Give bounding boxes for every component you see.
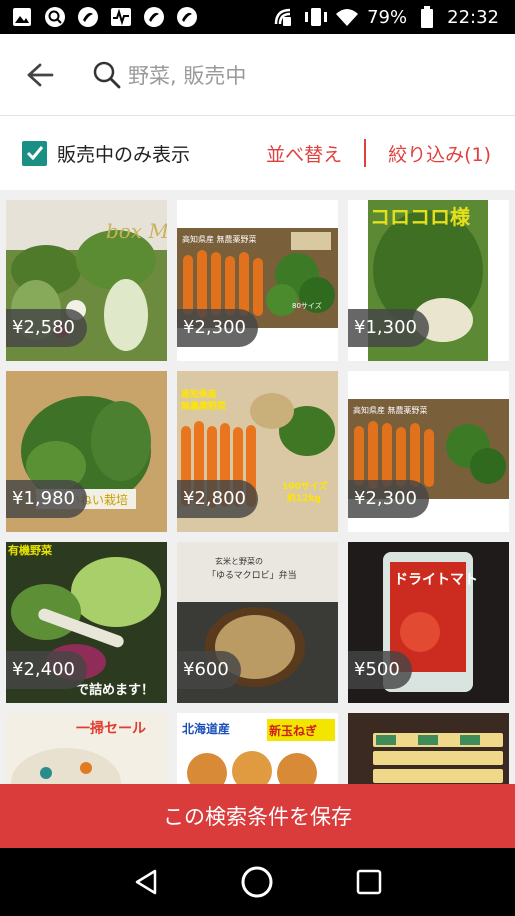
svg-text:80サイズ: 80サイズ <box>292 301 322 310</box>
battery-percent: 79% <box>367 6 408 28</box>
product-card[interactable]: 高知県産 無農薬野菜 100サイズ 約12kg ¥2,800 <box>177 371 338 532</box>
product-image: 一掃セール <box>6 713 167 784</box>
product-card[interactable] <box>348 713 509 784</box>
battery-icon <box>415 5 439 29</box>
search-app-icon <box>43 5 67 29</box>
nav-home-button[interactable] <box>237 862 277 902</box>
product-card[interactable]: いねい栽培 ¥1,980 <box>6 371 167 532</box>
price-tag: ¥1,980 <box>6 480 87 518</box>
svg-text:高知県産 無農薬野菜: 高知県産 無農薬野菜 <box>353 405 428 415</box>
price-tag: ¥2,580 <box>6 309 87 347</box>
svg-text:約12kg: 約12kg <box>287 492 321 504</box>
arrow-left-icon <box>27 63 54 86</box>
search-icon <box>93 61 121 88</box>
product-card[interactable]: 高知県産 無農薬野菜 80サイズ ¥2,300 <box>177 200 338 361</box>
price-tag: ¥2,800 <box>177 480 258 518</box>
svg-text:北海道産: 北海道産 <box>182 721 230 736</box>
svg-text:有機野菜: 有機野菜 <box>8 543 53 557</box>
status-bar: 79% 22:32 <box>0 0 515 34</box>
nav-recents-icon <box>356 869 382 895</box>
on-sale-only-checkbox[interactable] <box>22 140 47 166</box>
on-sale-only-label[interactable]: 販売中のみ表示 <box>57 140 190 167</box>
price-tag: ¥1,300 <box>348 309 429 347</box>
svg-text:100サイズ: 100サイズ <box>282 480 328 492</box>
search-placeholder: 野菜, 販売中 <box>128 63 247 88</box>
app-circle-icon <box>76 5 100 29</box>
nfc-icon <box>271 5 295 29</box>
svg-text:「ゆるマクロビ」弁当: 「ゆるマクロビ」弁当 <box>207 569 297 581</box>
price-tag: ¥2,300 <box>348 480 429 518</box>
product-card[interactable]: box M ¥2,580 <box>6 200 167 361</box>
svg-text:新玉ねぎ: 新玉ねぎ <box>269 723 317 738</box>
gallery-icon <box>10 5 34 29</box>
svg-text:box M: box M <box>106 219 167 243</box>
nav-home-icon <box>241 866 273 898</box>
product-card[interactable]: 北海道産 新玉ねぎ <box>177 713 338 784</box>
divider <box>364 139 367 167</box>
svg-text:で詰めます！: で詰めます！ <box>76 682 154 698</box>
product-card[interactable]: 一掃セール <box>6 713 167 784</box>
wifi-icon <box>335 5 359 29</box>
product-card[interactable]: コロコロ様 ¥1,300 <box>348 200 509 361</box>
check-icon <box>26 146 43 161</box>
nav-back-button[interactable] <box>126 862 166 902</box>
svg-text:コロコロ様: コロコロ様 <box>370 205 471 229</box>
clock: 22:32 <box>447 6 499 28</box>
svg-text:高知県産 無農薬野菜: 高知県産 無農薬野菜 <box>182 234 257 244</box>
search-header: 野菜, 販売中 <box>0 34 515 116</box>
svg-text:ドライトマト: ドライトマト <box>394 572 478 588</box>
svg-text:一掃セール: 一掃セール <box>76 720 146 737</box>
save-search-button[interactable]: この検索条件を保存 <box>0 784 515 848</box>
app-circle-icon <box>142 5 166 29</box>
product-image: 北海道産 新玉ねぎ <box>177 713 338 784</box>
product-card[interactable]: 玄米と野菜の 「ゆるマクロビ」弁当 ¥600 <box>177 542 338 703</box>
svg-text:無農薬野菜: 無農薬野菜 <box>181 400 227 412</box>
nav-back-icon <box>135 869 157 895</box>
product-card[interactable]: 高知県産 無農薬野菜 ¥2,300 <box>348 371 509 532</box>
activity-icon <box>109 5 133 29</box>
filter-bar: 販売中のみ表示 並べ替え 絞り込み(1) <box>0 116 515 190</box>
price-tag: ¥600 <box>177 651 241 689</box>
filter-button[interactable]: 絞り込み(1) <box>388 140 491 167</box>
system-nav-bar <box>0 848 515 916</box>
product-card[interactable]: 有機野菜 で詰めます！ ¥2,400 <box>6 542 167 703</box>
price-tag: ¥500 <box>348 651 412 689</box>
product-grid: box M ¥2,580 高知県産 無農薬野菜 80サイズ ¥2,300 コロコ… <box>0 190 515 784</box>
svg-text:玄米と野菜の: 玄米と野菜の <box>215 556 263 566</box>
product-card[interactable]: ドライトマト ¥500 <box>348 542 509 703</box>
search-input[interactable]: 野菜, 販売中 <box>92 60 246 90</box>
price-tag: ¥2,300 <box>177 309 258 347</box>
vibrate-icon <box>303 5 328 29</box>
product-image <box>348 713 509 784</box>
sort-button[interactable]: 並べ替え <box>266 140 342 167</box>
svg-text:高知県産: 高知県産 <box>181 388 217 400</box>
nav-recents-button[interactable] <box>349 862 389 902</box>
back-button[interactable] <box>0 34 80 116</box>
price-tag: ¥2,400 <box>6 651 87 689</box>
app-circle-icon <box>175 5 199 29</box>
